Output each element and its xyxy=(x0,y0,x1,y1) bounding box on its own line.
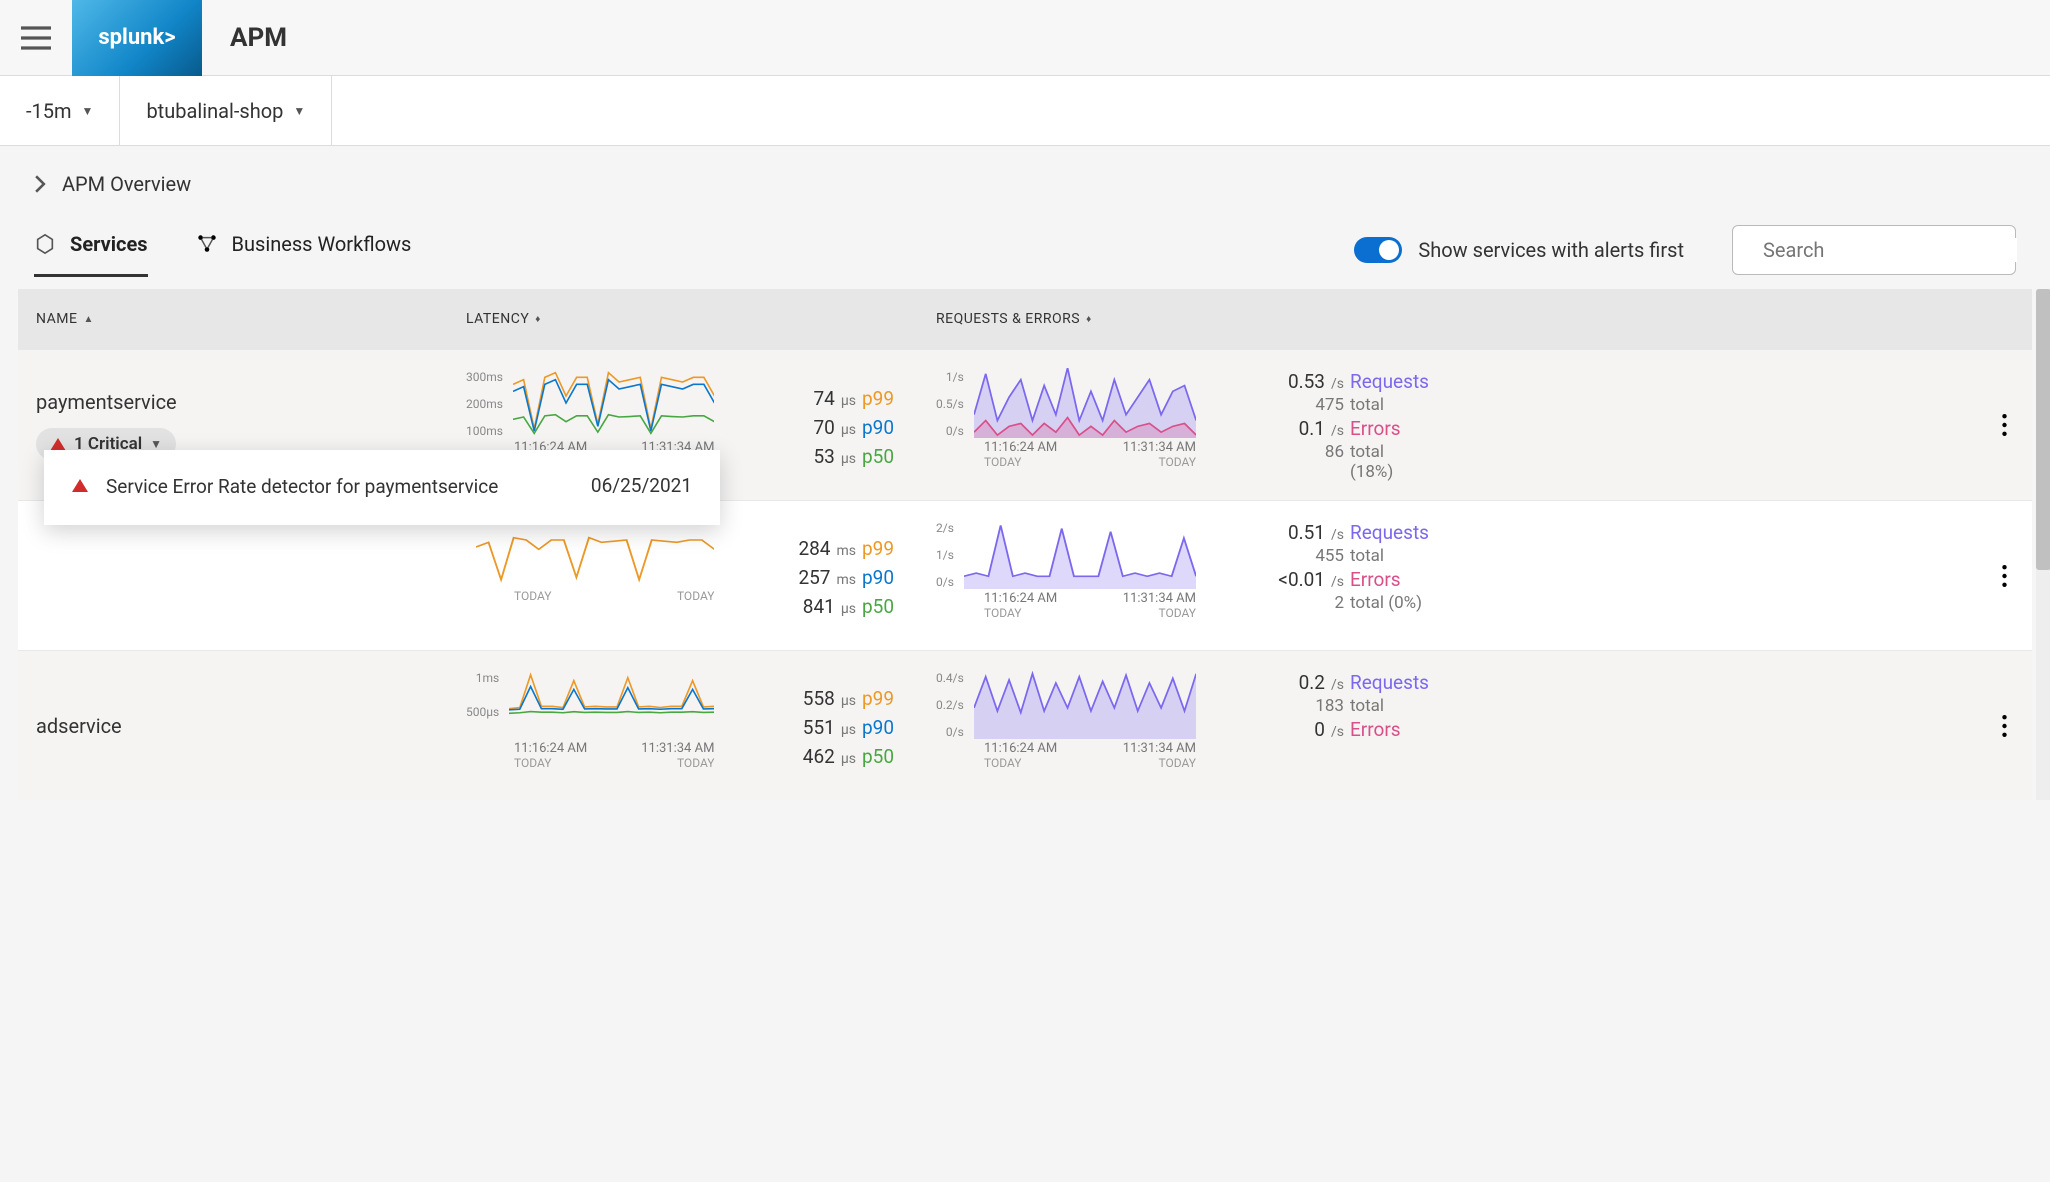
caret-down-icon: ▼ xyxy=(150,437,162,451)
sort-asc-icon: ▲ xyxy=(83,314,93,325)
hamburger-icon xyxy=(21,26,51,50)
breadcrumb[interactable]: APM Overview xyxy=(34,172,2016,196)
kebab-icon xyxy=(2002,565,2007,587)
latency-chart[interactable] xyxy=(509,669,714,739)
requests-summary: 0.53/sRequests 475total 0.1/sErrors 86to… xyxy=(1200,368,1430,482)
alerts-first-toggle-group: Show services with alerts first xyxy=(1354,237,1684,263)
chevron-right-icon xyxy=(34,175,46,193)
service-name-cell[interactable]: adservice xyxy=(18,651,448,800)
sort-icon: ♦ xyxy=(535,314,541,325)
scrollbar-thumb[interactable] xyxy=(2036,289,2050,570)
app-title: APM xyxy=(202,23,287,53)
requests-cell: 2/s1/s0/s 11:16:24 AM11:31:34 AM TODAYTO… xyxy=(918,501,1977,650)
latency-yticks: 300ms200ms100ms xyxy=(466,370,507,438)
latency-summary: 74µsp99 70µsp90 53µsp50 xyxy=(718,368,900,482)
latency-today: TODAYTODAY xyxy=(466,756,714,770)
latency-chart[interactable] xyxy=(476,519,714,589)
table-row: adservice 1ms500µs 11:16:24 AM11:31:34 A… xyxy=(18,650,2032,800)
tab-services[interactable]: Services xyxy=(34,222,148,277)
graph-icon xyxy=(196,233,218,255)
search-input[interactable] xyxy=(1763,238,2017,262)
tabs-toolbar: Services Business Workflows Show service… xyxy=(0,214,2050,277)
column-name[interactable]: Name▲ xyxy=(18,311,448,327)
requests-cell: 1/s0.5/s0/s 11:16:24 AM11:31:34 AM TODAY… xyxy=(918,350,1977,500)
requests-today: TODAYTODAY xyxy=(936,756,1196,770)
kebab-icon xyxy=(2002,414,2007,436)
triangle-alert-icon xyxy=(50,438,66,451)
latency-cell: 1ms500µs 11:16:24 AM11:31:34 AM TODAYTOD… xyxy=(448,651,918,800)
app-header: splunk> APM xyxy=(0,0,2050,76)
sort-icon: ♦ xyxy=(1086,314,1092,325)
tab-business-workflows[interactable]: Business Workflows xyxy=(196,222,412,277)
row-actions-button[interactable] xyxy=(1977,350,2032,500)
triangle-alert-icon xyxy=(72,479,88,492)
alert-detail-popup: Service Error Rate detector for payments… xyxy=(44,450,720,525)
requests-today: TODAYTODAY xyxy=(936,606,1196,620)
column-requests[interactable]: Requests & Errors♦ xyxy=(918,311,2032,327)
requests-chart[interactable] xyxy=(974,669,1196,739)
caret-down-icon: ▼ xyxy=(82,104,94,118)
hexagon-icon xyxy=(34,233,56,255)
requests-xticks: 11:16:24 AM11:31:34 AM xyxy=(936,739,1196,756)
table-row: paymentservice 1 Critical ▼ 300ms200ms10… xyxy=(18,349,2032,500)
row-actions-button[interactable] xyxy=(1977,651,2032,800)
service-name: paymentservice xyxy=(36,390,430,414)
column-latency[interactable]: Latency♦ xyxy=(448,311,918,327)
latency-today: TODAYTODAY xyxy=(466,589,714,603)
alert-detail-date: 06/25/2021 xyxy=(591,474,692,501)
time-range-label: -15m xyxy=(26,99,72,123)
requests-summary: 0.51/sRequests 455total <0.01/sErrors 2t… xyxy=(1200,519,1430,632)
service-name: adservice xyxy=(36,714,430,738)
requests-xticks: 11:16:24 AM11:31:34 AM xyxy=(936,589,1196,606)
requests-xticks: 11:16:24 AM11:31:34 AM xyxy=(936,438,1196,455)
latency-xticks: 11:16:24 AM11:31:34 AM xyxy=(466,739,714,756)
latency-chart[interactable] xyxy=(513,368,714,438)
alerts-first-toggle[interactable] xyxy=(1354,237,1402,263)
latency-yticks: 1ms500µs xyxy=(466,671,503,739)
requests-cell: 0.4/s0.2/s0/s 11:16:24 AM11:31:34 AM TOD… xyxy=(918,651,1977,800)
alerts-first-label: Show services with alerts first xyxy=(1418,238,1684,262)
splunk-logo[interactable]: splunk> xyxy=(72,0,202,76)
requests-chart[interactable] xyxy=(964,519,1196,589)
breadcrumb-label: APM Overview xyxy=(62,172,191,196)
table-header: Name▲ Latency♦ Requests & Errors♦ xyxy=(18,289,2032,349)
environment-picker[interactable]: btubalinal-shop ▼ xyxy=(120,76,332,145)
filter-bar: -15m ▼ btubalinal-shop ▼ xyxy=(0,76,2050,146)
row-actions-button[interactable] xyxy=(1977,501,2032,650)
requests-summary: 0.2/sRequests 183total 0/sErrors xyxy=(1200,669,1430,782)
environment-label: btubalinal-shop xyxy=(146,99,283,123)
tab-services-label: Services xyxy=(70,232,148,256)
caret-down-icon: ▼ xyxy=(293,104,305,118)
time-range-picker[interactable]: -15m ▼ xyxy=(0,76,120,145)
requests-today: TODAYTODAY xyxy=(936,455,1196,469)
tab-workflows-label: Business Workflows xyxy=(232,232,412,256)
hamburger-menu-button[interactable] xyxy=(0,26,72,50)
latency-summary: 284msp99 257msp90 841µsp50 xyxy=(718,519,900,632)
services-table: Name▲ Latency♦ Requests & Errors♦ paymen… xyxy=(18,289,2032,800)
alert-detail-text[interactable]: Service Error Rate detector for payments… xyxy=(106,474,573,501)
requests-yticks: 1/s0.5/s0/s xyxy=(936,370,968,438)
kebab-icon xyxy=(2002,715,2007,737)
requests-yticks: 0.4/s0.2/s0/s xyxy=(936,671,968,739)
latency-summary: 558µsp99 551µsp90 462µsp50 xyxy=(718,669,900,782)
requests-chart[interactable] xyxy=(974,368,1196,438)
requests-yticks: 2/s1/s0/s xyxy=(936,521,958,589)
search-input-wrapper[interactable] xyxy=(1732,225,2016,275)
